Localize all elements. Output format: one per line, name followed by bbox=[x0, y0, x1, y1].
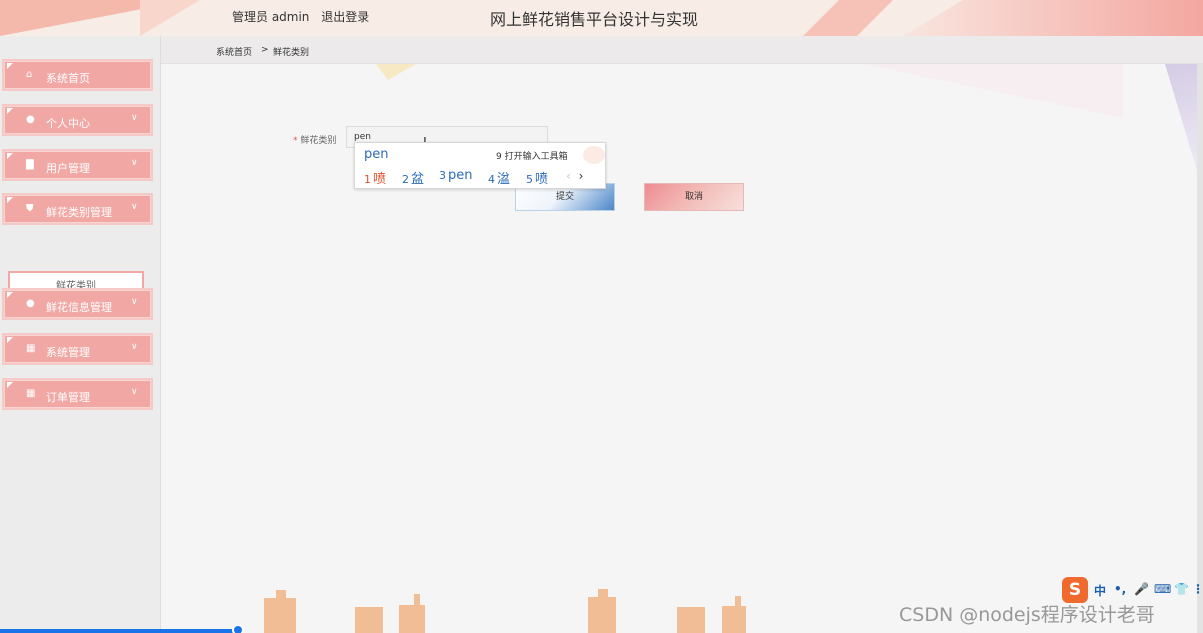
chevron-down-icon: ∨ bbox=[131, 387, 138, 397]
candidate-number: 1 bbox=[364, 173, 371, 186]
chevron-down-icon: ∨ bbox=[131, 297, 138, 307]
main-content bbox=[161, 64, 1203, 633]
video-progress-bar[interactable] bbox=[0, 629, 238, 633]
building-decoration bbox=[588, 597, 616, 633]
header-decoration bbox=[903, 0, 1203, 36]
chevron-right-icon[interactable]: › bbox=[579, 169, 584, 183]
ime-candidate-popup: pen 9 打开输入工具箱 1喷 2盆 3 pen 4湓 5喷 ‹ › bbox=[354, 142, 606, 189]
candidate-text: 湓 bbox=[497, 172, 511, 187]
sidebar-item-flower-info-management[interactable]: ● 鲜花信息管理 ∨ bbox=[2, 288, 153, 320]
chinese-mode-icon[interactable]: 中 bbox=[1094, 582, 1106, 599]
building-decoration bbox=[399, 605, 425, 633]
building-decoration bbox=[722, 606, 746, 633]
sidebar-item-home[interactable]: ⌂ 系统首页 bbox=[2, 59, 153, 91]
home-icon: ⌂ bbox=[26, 69, 33, 80]
breadcrumb-current: 鲜花类别 bbox=[273, 48, 310, 58]
corner-decoration bbox=[7, 108, 13, 114]
sidebar: ⌂ 系统首页 ● 个人中心 ∨ ▇ 用户管理 ∨ ⛊ 鲜花类别管理 ∨ 鲜花类别… bbox=[0, 36, 161, 633]
breadcrumb-home[interactable]: 系统首页 bbox=[216, 45, 252, 58]
ime-toolbox-link[interactable]: 9 打开输入工具箱 bbox=[496, 149, 568, 162]
app-title: 网上鲜花销售平台设计与实现 bbox=[490, 10, 699, 29]
building-decoration bbox=[414, 594, 420, 606]
building-decoration bbox=[598, 589, 608, 598]
header-decoration bbox=[803, 0, 893, 36]
ime-candidate[interactable]: 3 pen bbox=[439, 168, 473, 183]
user-role-label: 管理员 admin bbox=[232, 10, 310, 24]
building-decoration bbox=[355, 607, 383, 633]
building-decoration bbox=[677, 607, 705, 633]
skin-icon[interactable]: 👕 bbox=[1174, 582, 1189, 596]
microphone-icon[interactable]: 🎤 bbox=[1134, 582, 1149, 596]
ime-candidate[interactable]: 5喷 bbox=[526, 168, 548, 187]
chevron-down-icon: ∨ bbox=[131, 202, 138, 212]
breadcrumb-separator: > bbox=[261, 45, 269, 55]
candidate-text: pen bbox=[448, 168, 473, 183]
sidebar-item-personal-center[interactable]: ● 个人中心 ∨ bbox=[2, 104, 153, 136]
candidate-number: 2 bbox=[402, 173, 409, 186]
sogou-watermark-icon bbox=[583, 146, 605, 164]
user-area: 管理员 admin 退出登录 bbox=[232, 8, 377, 25]
chevron-down-icon: ∨ bbox=[131, 342, 138, 352]
candidate-number: 4 bbox=[488, 173, 495, 186]
corner-decoration bbox=[7, 153, 13, 159]
chevron-left-icon[interactable]: ‹ bbox=[566, 169, 571, 183]
corner-decoration bbox=[7, 337, 13, 343]
corner-decoration bbox=[7, 63, 13, 69]
sidebar-item-flower-category-management[interactable]: ⛊ 鲜花类别管理 ∨ bbox=[2, 193, 153, 225]
grid-icon: ▦ bbox=[26, 343, 36, 354]
candidate-number: 3 bbox=[439, 169, 446, 182]
keyboard-icon[interactable]: ⌨ bbox=[1154, 582, 1171, 596]
logout-link[interactable]: 退出登录 bbox=[321, 10, 369, 24]
chevron-down-icon: ∨ bbox=[131, 113, 138, 123]
building-decoration bbox=[264, 598, 296, 633]
sidebar-item-label: 鲜花信息管理 bbox=[46, 301, 112, 314]
top-header: 管理员 admin 退出登录 网上鲜花销售平台设计与实现 bbox=[0, 0, 1203, 36]
corner-decoration bbox=[7, 292, 13, 298]
scrollbar[interactable] bbox=[1197, 64, 1203, 633]
building-decoration bbox=[735, 596, 741, 607]
background-decoration bbox=[376, 64, 416, 80]
ime-candidate[interactable]: 1喷 bbox=[364, 168, 386, 187]
candidate-number: 5 bbox=[526, 173, 533, 186]
watermark-text: CSDN @nodejs程序设计老哥 bbox=[899, 604, 1155, 626]
sidebar-item-system-management[interactable]: ▦ 系统管理 ∨ bbox=[2, 333, 153, 365]
chart-icon: ▇ bbox=[26, 159, 34, 170]
field-label-text: 鲜花类别 bbox=[300, 136, 337, 146]
more-icon[interactable]: ⋮ bbox=[1192, 582, 1203, 596]
sidebar-item-user-management[interactable]: ▇ 用户管理 ∨ bbox=[2, 149, 153, 181]
corner-decoration bbox=[7, 197, 13, 203]
building-decoration bbox=[276, 590, 286, 600]
ime-composition: pen bbox=[364, 147, 389, 162]
video-progress-knob[interactable] bbox=[232, 624, 244, 633]
sidebar-item-label: 个人中心 bbox=[46, 117, 90, 130]
cancel-button[interactable]: 取消 bbox=[644, 183, 744, 211]
ime-pager: ‹ › bbox=[566, 169, 583, 183]
candidate-text: 喷 bbox=[535, 172, 549, 187]
chevron-down-icon: ∨ bbox=[131, 158, 138, 168]
punctuation-icon[interactable]: •, bbox=[1114, 582, 1126, 596]
shield-icon: ⛊ bbox=[26, 203, 34, 214]
breadcrumb: 系统首页 > 鲜花类别 bbox=[161, 36, 1203, 64]
user-icon: ● bbox=[26, 298, 35, 309]
required-mark: * bbox=[293, 136, 298, 146]
ime-candidate[interactable]: 2盆 bbox=[402, 168, 424, 187]
header-decoration bbox=[140, 0, 200, 36]
sidebar-item-order-management[interactable]: ▦ 订单管理 ∨ bbox=[2, 378, 153, 410]
flower-category-label: * 鲜花类别 bbox=[293, 133, 336, 146]
candidate-text: 喷 bbox=[373, 172, 387, 187]
sidebar-item-label: 订单管理 bbox=[46, 391, 90, 404]
corner-decoration bbox=[7, 382, 13, 388]
background-decoration bbox=[863, 64, 1123, 118]
user-icon: ● bbox=[26, 114, 35, 125]
sidebar-item-label: 系统首页 bbox=[46, 72, 90, 85]
sidebar-item-label: 用户管理 bbox=[46, 162, 90, 175]
background-decoration bbox=[1165, 64, 1201, 184]
ime-candidate[interactable]: 4湓 bbox=[488, 168, 510, 187]
sidebar-item-label: 鲜花类别管理 bbox=[46, 206, 112, 219]
candidate-text: 盆 bbox=[411, 172, 425, 187]
sidebar-item-label: 系统管理 bbox=[46, 346, 90, 359]
grid-icon: ▦ bbox=[26, 388, 36, 399]
